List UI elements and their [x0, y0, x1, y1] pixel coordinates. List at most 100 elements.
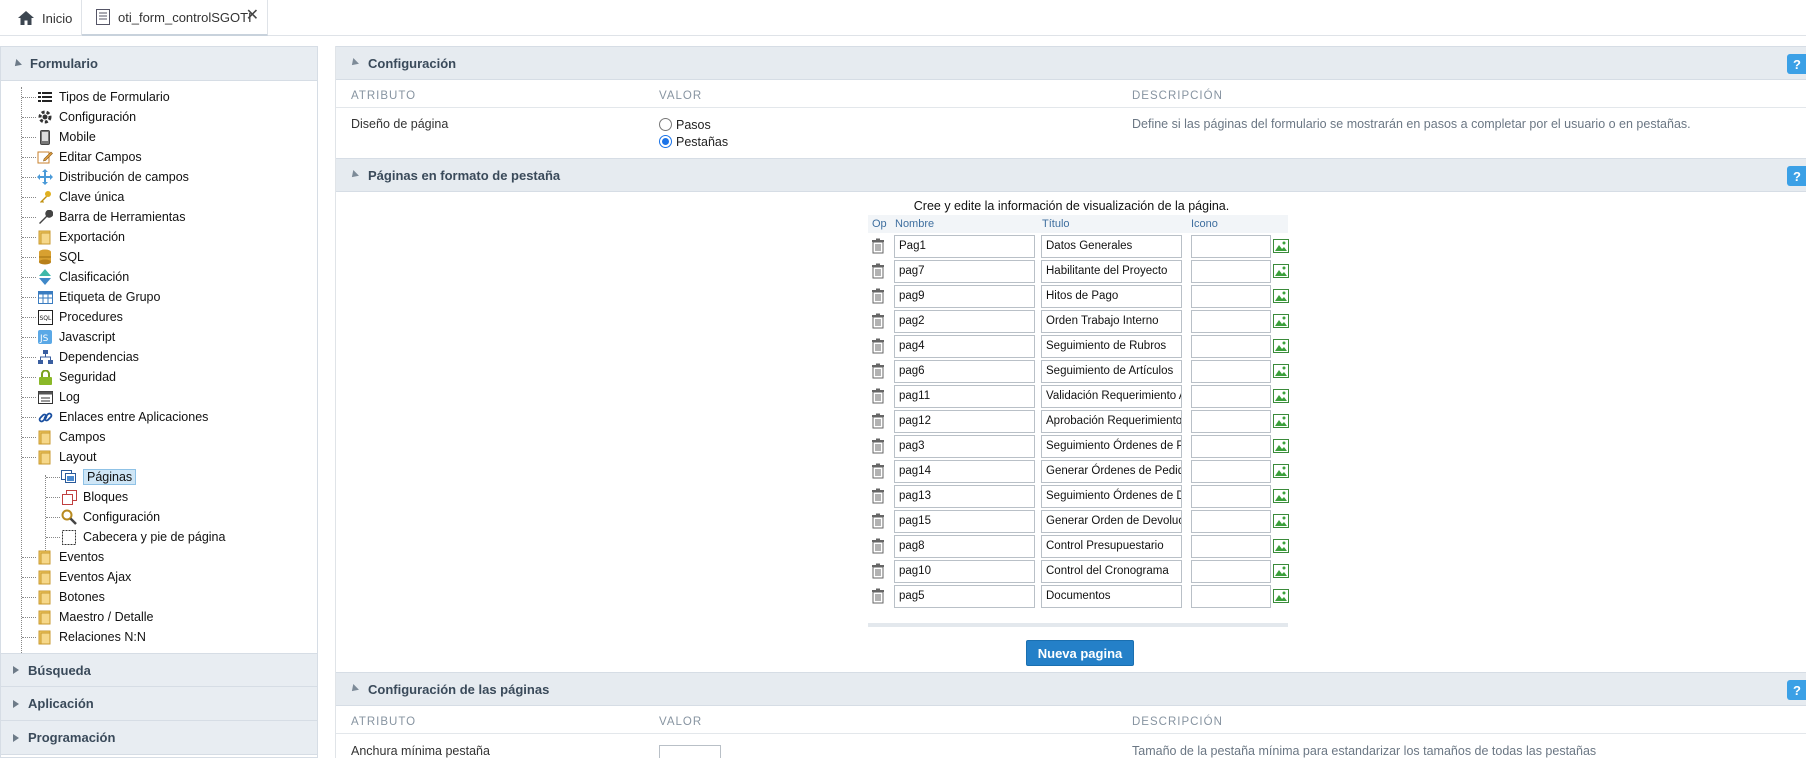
sidebar-item-layout-configuracion[interactable]: Configuración [61, 507, 160, 527]
section-header-paginas[interactable]: Páginas en formato de pestaña ? [336, 158, 1806, 192]
image-picker-icon[interactable] [1273, 339, 1289, 356]
trash-icon[interactable] [870, 538, 886, 557]
image-picker-icon[interactable] [1273, 264, 1289, 281]
sidebar-item-barra-herramientas[interactable]: Barra de Herramientas [37, 207, 185, 227]
page-title-input[interactable]: Control Presupuestario [1041, 535, 1182, 558]
trash-icon[interactable] [870, 488, 886, 507]
page-name-input[interactable]: pag8 [894, 535, 1035, 558]
page-icon-input[interactable] [1191, 485, 1271, 508]
sidebar-item-paginas[interactable]: Páginas [61, 467, 137, 487]
sidebar-item-botones[interactable]: Botones [37, 587, 105, 607]
help-button[interactable]: ? [1787, 166, 1806, 186]
page-icon-input[interactable] [1191, 360, 1271, 383]
page-icon-input[interactable] [1191, 385, 1271, 408]
page-icon-input[interactable] [1191, 560, 1271, 583]
sidebar-section-aplicacion[interactable]: Aplicación [1, 687, 317, 721]
trash-icon[interactable] [870, 588, 886, 607]
sidebar-item-eventos[interactable]: Eventos [37, 547, 104, 567]
image-picker-icon[interactable] [1273, 314, 1289, 331]
page-name-input[interactable]: pag12 [894, 410, 1035, 433]
sidebar-item-dependencias[interactable]: Dependencias [37, 347, 139, 367]
sidebar-item-javascript[interactable]: JS Javascript [37, 327, 115, 347]
image-picker-icon[interactable] [1273, 389, 1289, 406]
page-name-input[interactable]: pag13 [894, 485, 1035, 508]
trash-icon[interactable] [870, 238, 886, 257]
sidebar-item-exportacion[interactable]: Exportación [37, 227, 125, 247]
sidebar-item-log[interactable]: Log [37, 387, 80, 407]
sidebar-item-mobile[interactable]: Mobile [37, 127, 96, 147]
page-icon-input[interactable] [1191, 310, 1271, 333]
section-header-configuracion[interactable]: Configuración ? [336, 46, 1806, 80]
sidebar-item-clasificacion[interactable]: Clasificación [37, 267, 129, 287]
help-button[interactable]: ? [1787, 54, 1806, 74]
sidebar-item-tipos-formulario[interactable]: Tipos de Formulario [37, 87, 170, 107]
sidebar-section-busqueda[interactable]: Búsqueda [1, 653, 317, 687]
page-name-input[interactable]: Pag1 [894, 235, 1035, 258]
page-name-input[interactable]: pag15 [894, 510, 1035, 533]
radio-button[interactable] [659, 135, 672, 148]
page-title-input[interactable]: Generar Órdenes de Pedid [1041, 460, 1182, 483]
sidebar-item-eventos-ajax[interactable]: Eventos Ajax [37, 567, 131, 587]
radio-pasos[interactable]: Pasos [659, 116, 728, 133]
page-title-input[interactable]: Aprobación Requerimiento [1041, 410, 1182, 433]
page-title-input[interactable]: Validación Requerimiento A [1041, 385, 1182, 408]
sidebar-item-maestro-detalle[interactable]: Maestro / Detalle [37, 607, 153, 627]
tab-home[interactable]: Inicio [0, 0, 82, 36]
page-name-input[interactable]: pag4 [894, 335, 1035, 358]
image-picker-icon[interactable] [1273, 239, 1289, 256]
trash-icon[interactable] [870, 438, 886, 457]
help-button[interactable]: ? [1787, 680, 1806, 700]
trash-icon[interactable] [870, 313, 886, 332]
sidebar-item-etiqueta-grupo[interactable]: Etiqueta de Grupo [37, 287, 160, 307]
page-name-input[interactable]: pag2 [894, 310, 1035, 333]
image-picker-icon[interactable] [1273, 589, 1289, 606]
sidebar-item-distribucion-campos[interactable]: Distribución de campos [37, 167, 189, 187]
page-icon-input[interactable] [1191, 285, 1271, 308]
min-tab-width-input[interactable] [659, 745, 721, 758]
page-title-input[interactable]: Datos Generales [1041, 235, 1182, 258]
sidebar-item-campos[interactable]: Campos [37, 427, 106, 447]
page-title-input[interactable]: Habilitante del Proyecto [1041, 260, 1182, 283]
trash-icon[interactable] [870, 338, 886, 357]
page-icon-input[interactable] [1191, 235, 1271, 258]
sidebar-item-procedures[interactable]: SQL Procedures [37, 307, 123, 327]
trash-icon[interactable] [870, 263, 886, 282]
image-picker-icon[interactable] [1273, 289, 1289, 306]
image-picker-icon[interactable] [1273, 564, 1289, 581]
image-picker-icon[interactable] [1273, 489, 1289, 506]
image-picker-icon[interactable] [1273, 539, 1289, 556]
page-icon-input[interactable] [1191, 460, 1271, 483]
sidebar-item-sql[interactable]: SQL [37, 247, 84, 267]
page-name-input[interactable]: pag6 [894, 360, 1035, 383]
image-picker-icon[interactable] [1273, 439, 1289, 456]
page-icon-input[interactable] [1191, 585, 1271, 608]
page-name-input[interactable]: pag5 [894, 585, 1035, 608]
radio-button[interactable] [659, 118, 672, 131]
page-name-input[interactable]: pag3 [894, 435, 1035, 458]
tab-form[interactable]: oti_form_controlSGOTI ✕ [82, 0, 268, 36]
page-title-input[interactable]: Documentos [1041, 585, 1182, 608]
sidebar-item-layout[interactable]: Layout [37, 447, 97, 467]
page-icon-input[interactable] [1191, 410, 1271, 433]
page-title-input[interactable]: Orden Trabajo Interno [1041, 310, 1182, 333]
page-title-input[interactable]: Seguimiento Órdenes de P [1041, 435, 1182, 458]
page-icon-input[interactable] [1191, 510, 1271, 533]
sidebar-section-programacion[interactable]: Programación [1, 721, 317, 755]
page-title-input[interactable]: Control del Cronograma [1041, 560, 1182, 583]
close-icon[interactable]: ✕ [246, 8, 259, 24]
trash-icon[interactable] [870, 288, 886, 307]
trash-icon[interactable] [870, 463, 886, 482]
image-picker-icon[interactable] [1273, 464, 1289, 481]
new-page-button[interactable]: Nueva pagina [1026, 640, 1134, 666]
image-picker-icon[interactable] [1273, 364, 1289, 381]
page-icon-input[interactable] [1191, 435, 1271, 458]
page-name-input[interactable]: pag10 [894, 560, 1035, 583]
page-icon-input[interactable] [1191, 260, 1271, 283]
radio-pestanas[interactable]: Pestañas [659, 133, 728, 150]
sidebar-item-relaciones[interactable]: Relaciones N:N [37, 627, 146, 647]
page-name-input[interactable]: pag14 [894, 460, 1035, 483]
page-title-input[interactable]: Hitos de Pago [1041, 285, 1182, 308]
page-icon-input[interactable] [1191, 335, 1271, 358]
sidebar-item-cabecera-pie[interactable]: Cabecera y pie de página [61, 527, 225, 547]
sidebar-item-seguridad[interactable]: Seguridad [37, 367, 116, 387]
